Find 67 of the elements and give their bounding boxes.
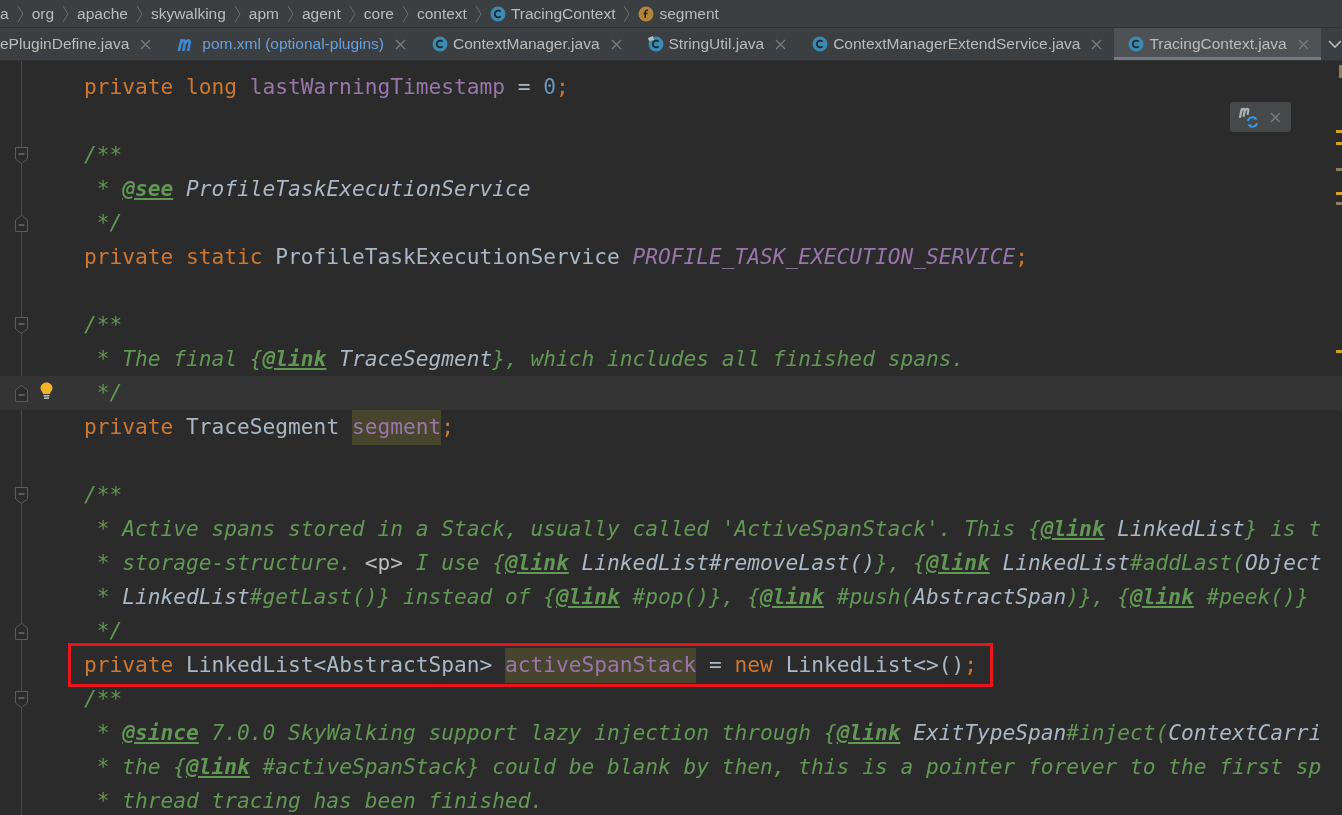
breadcrumb-item[interactable]: apache bbox=[77, 4, 128, 23]
code-editor[interactable] bbox=[0, 61, 1342, 815]
chevron-right-icon bbox=[287, 4, 294, 23]
maven-reload-icon[interactable] bbox=[1238, 106, 1260, 128]
close-icon[interactable] bbox=[1270, 111, 1281, 123]
code-line: */ bbox=[95, 379, 124, 407]
class-icon bbox=[432, 36, 449, 52]
breadcrumb-item[interactable]: a bbox=[0, 4, 9, 23]
class-icon bbox=[489, 5, 506, 22]
breadcrumb-item[interactable]: segment bbox=[659, 4, 719, 23]
breadcrumb-item[interactable]: TracingContext bbox=[510, 4, 616, 23]
code-line: */ bbox=[95, 209, 124, 237]
chevron-right-icon bbox=[233, 4, 241, 23]
chevron-right-icon bbox=[474, 4, 482, 23]
fold-marker-icon[interactable] bbox=[15, 214, 28, 232]
field-icon bbox=[638, 5, 655, 22]
code-line: /** bbox=[83, 311, 124, 339]
chevron-right-icon bbox=[62, 4, 70, 23]
close-icon[interactable] bbox=[395, 38, 407, 50]
code-line: * @since 7.0.0 SkyWalking support lazy injection through {@link ExitTypeSpan#inject(ContextCarri bbox=[95, 719, 1323, 747]
class-icon bbox=[647, 36, 664, 52]
editor-tab[interactable]: TracingContext.java bbox=[1114, 28, 1321, 60]
close-icon[interactable] bbox=[610, 38, 622, 50]
code-line: /** bbox=[83, 685, 124, 713]
chevron-right-icon bbox=[623, 4, 631, 23]
editor-tab[interactable]: StringUtil.java bbox=[633, 28, 799, 60]
lightbulb-icon[interactable] bbox=[40, 382, 53, 400]
close-icon[interactable] bbox=[140, 38, 152, 50]
breadcrumb-item[interactable]: apm bbox=[248, 4, 279, 23]
close-icon[interactable] bbox=[1297, 38, 1309, 50]
code-line: private static ProfileTaskExecutionService PROFILE_TASK_EXECUTION_SERVICE; bbox=[83, 243, 1029, 271]
code-line: * Active spans stored in a Stack, usually called 'ActiveSpanStack'. This {@link LinkedList} is t bbox=[95, 515, 1323, 543]
code-line: /** bbox=[83, 141, 124, 169]
editor-tab[interactable]: pom.xml (optional-plugins) bbox=[163, 28, 419, 60]
close-icon[interactable] bbox=[1091, 38, 1103, 50]
breadcrumb-item[interactable]: agent bbox=[302, 4, 341, 23]
chevron-right-icon bbox=[348, 4, 356, 23]
fold-marker-icon[interactable] bbox=[15, 146, 28, 164]
code-line: /** bbox=[83, 481, 124, 509]
class-icon bbox=[812, 36, 829, 52]
chevron-right-icon bbox=[401, 4, 409, 23]
code-line: private TraceSegment segment; bbox=[68, 410, 470, 444]
close-icon[interactable] bbox=[775, 38, 787, 50]
chevron-down-icon[interactable] bbox=[1328, 40, 1342, 49]
maven-reload-popup[interactable] bbox=[1230, 102, 1291, 132]
chevron-right-icon bbox=[135, 4, 143, 23]
editor-tab[interactable]: ContextManagerExtendService.java bbox=[798, 28, 1115, 60]
fold-marker-icon[interactable] bbox=[15, 622, 28, 640]
breadcrumb-item[interactable]: core bbox=[363, 4, 394, 23]
fold-marker-icon[interactable] bbox=[15, 316, 28, 334]
code-line: * The final {@link TraceSegment}, which includes all finished spans. bbox=[95, 345, 966, 373]
code-line: * the {@link #activeSpanStack} could be blank by then, this is a pointer forever to the first sp bbox=[95, 753, 1323, 781]
breadcrumb-item[interactable]: context bbox=[416, 4, 467, 23]
fold-marker-icon[interactable] bbox=[15, 690, 28, 708]
breadcrumb-item[interactable]: skywalking bbox=[150, 4, 226, 23]
editor-tab[interactable]: ePluginDefine.java bbox=[0, 28, 164, 60]
class-icon bbox=[1128, 36, 1145, 52]
code-line: private long lastWarningTimestamp = 0; bbox=[83, 73, 570, 101]
code-line: * thread tracing has been finished. bbox=[95, 787, 545, 815]
code-line: * @see ProfileTaskExecutionService bbox=[95, 175, 532, 203]
code-line: */ bbox=[95, 617, 124, 645]
fold-marker-icon[interactable] bbox=[15, 486, 28, 504]
breadcrumb-item[interactable]: org bbox=[31, 4, 55, 23]
code-line: * LinkedList#getLast()} instead of {@link #pop()}, {@link #push(AbstractSpan)}, {@link #peek()} bbox=[95, 583, 1310, 611]
editor-tab[interactable]: ContextManager.java bbox=[418, 28, 634, 60]
code-line: * storage-structure. <p> I use {@link LinkedList#removeLast()}, {@link LinkedList#addLast(Object bbox=[95, 549, 1323, 577]
chevron-right-icon bbox=[16, 4, 24, 23]
